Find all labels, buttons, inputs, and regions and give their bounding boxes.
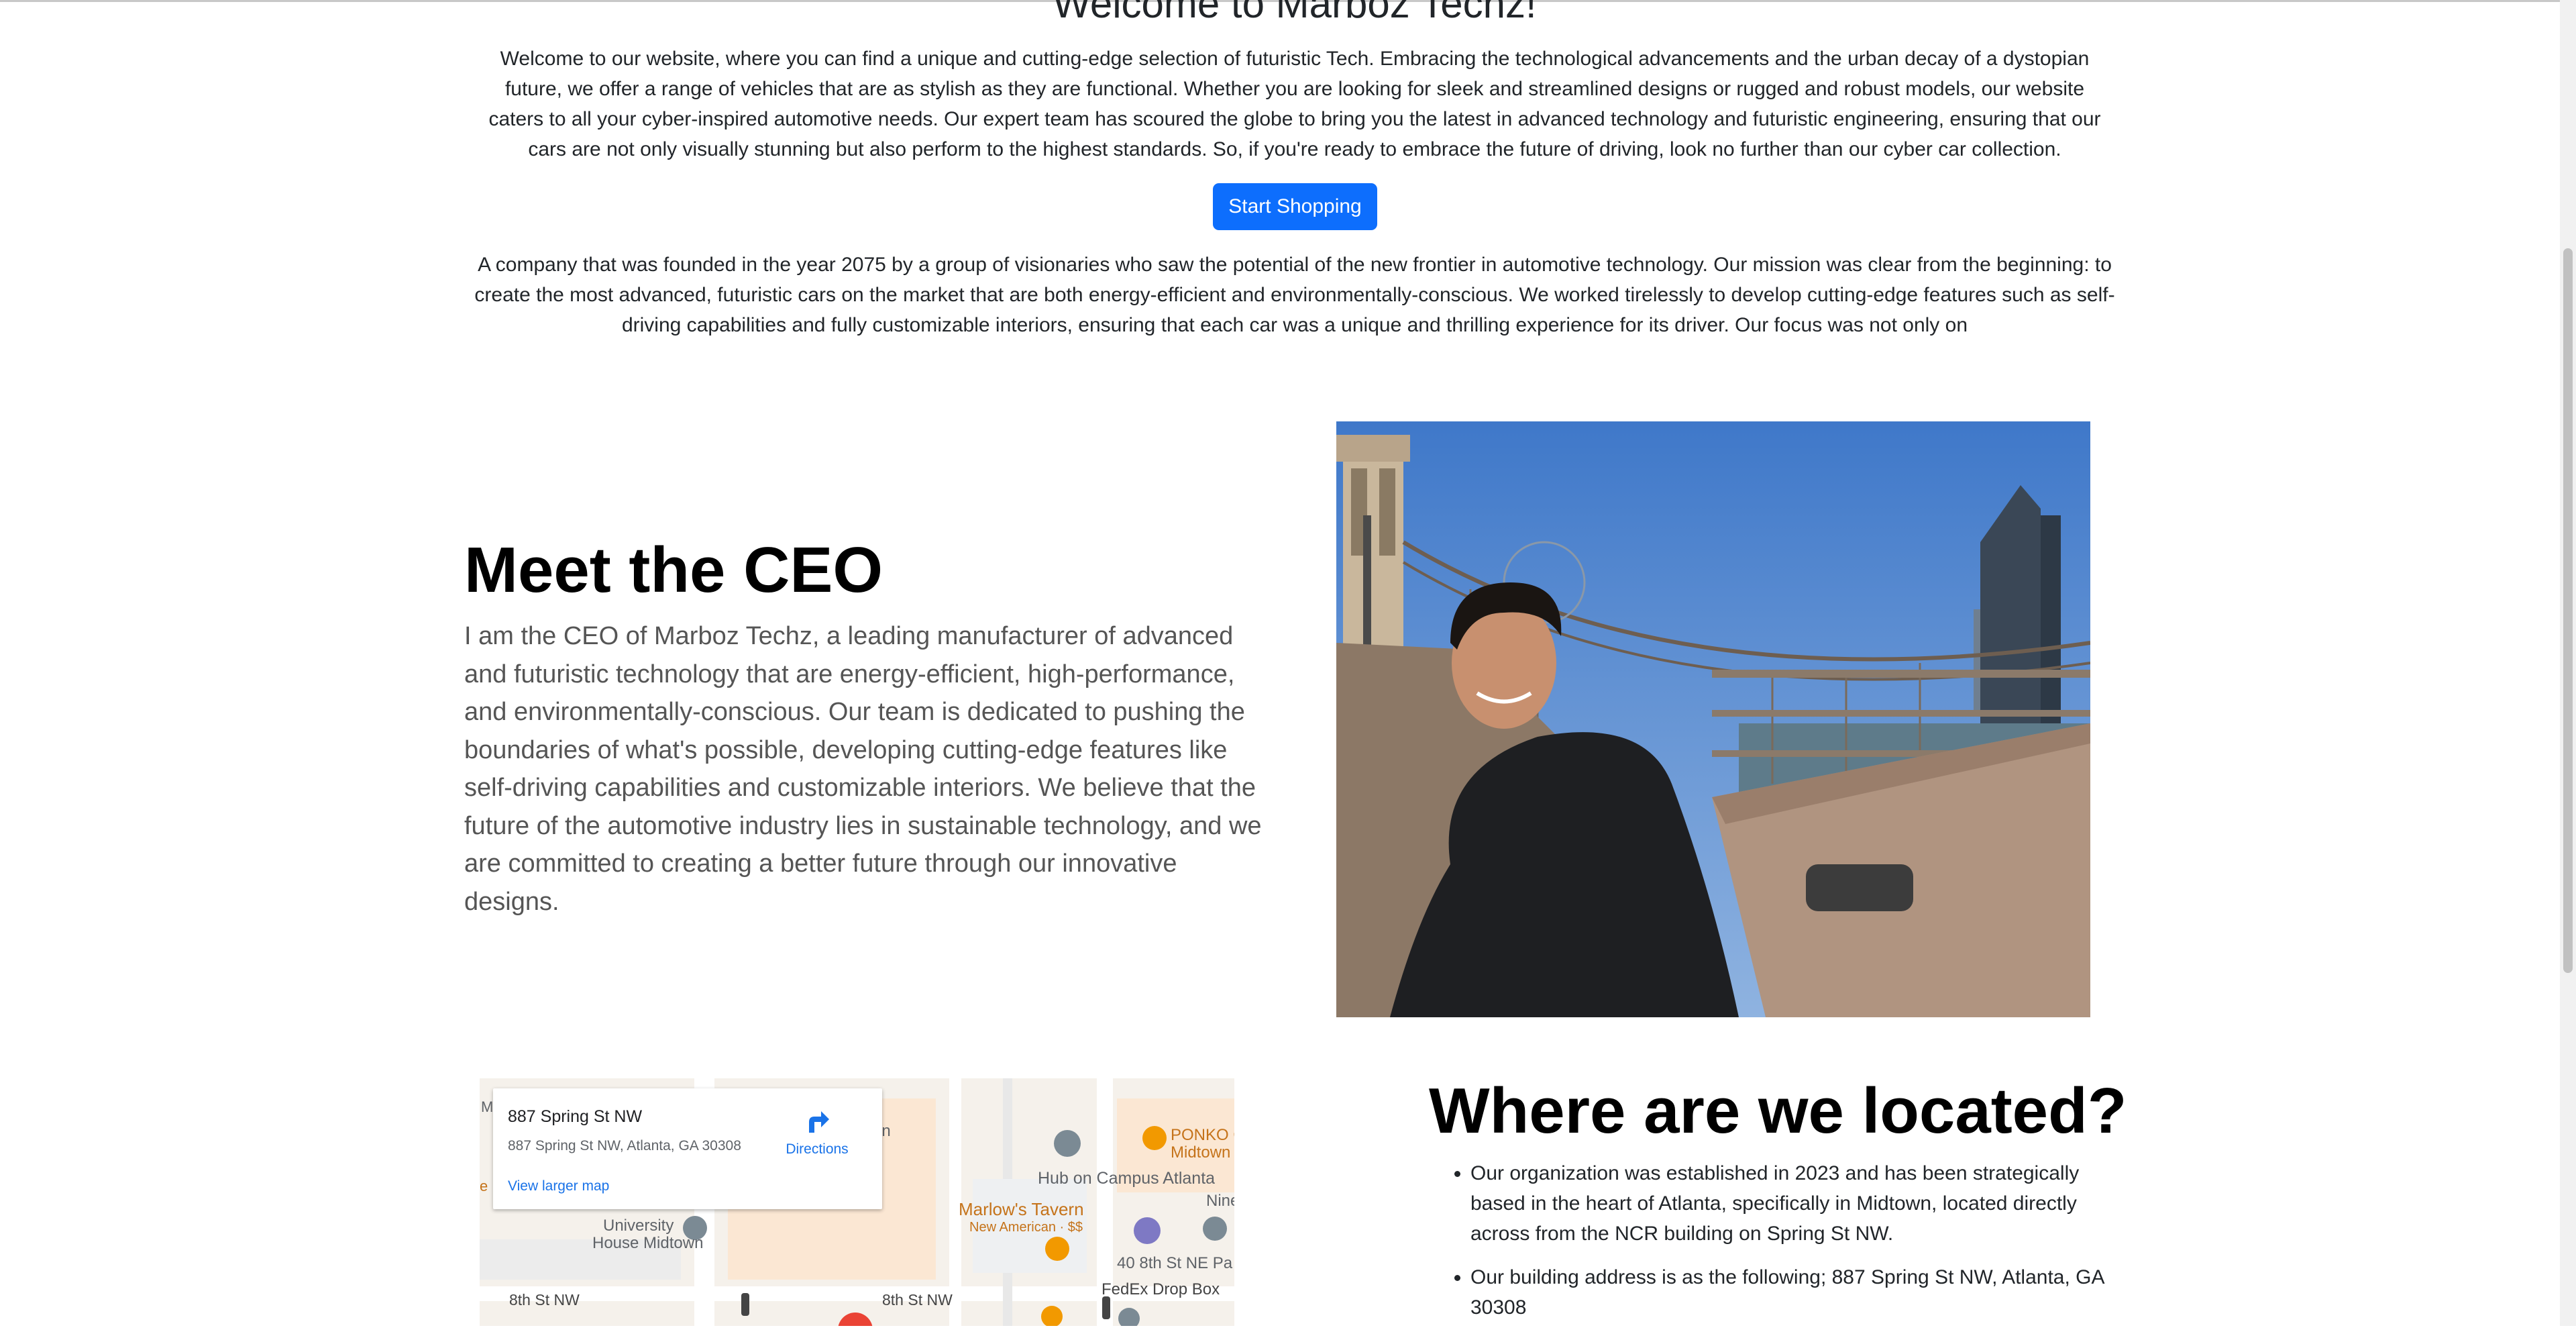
map-card-title: 887 Spring St NW	[508, 1107, 643, 1126]
map-label-e: e	[480, 1178, 488, 1194]
location-map[interactable]: University House Midtown 8th St NW 8th S…	[480, 1078, 1234, 1326]
map-label-university-house-midtown: House Midtown	[592, 1234, 703, 1252]
directions-icon	[809, 1111, 829, 1133]
map-label-fedex: FedEx Drop Box	[1102, 1280, 1220, 1298]
start-shopping-button[interactable]: Start Shopping	[1213, 183, 1377, 230]
map-label-hub-on-campus: Hub on Campus Atlanta	[1038, 1169, 1215, 1188]
map-label-ponko-midtown: Midtown	[1171, 1143, 1230, 1162]
ceo-description: I am the CEO of Marboz Techz, a leading …	[464, 622, 1262, 916]
ceo-photo-illustration	[1336, 421, 2090, 1017]
map-label-university-house: University	[603, 1217, 674, 1235]
location-list: Our organization was established in 2023…	[1442, 1158, 2108, 1336]
map-label-marlows-sub: New American · $$	[969, 1220, 1083, 1235]
directions-button[interactable]: Directions	[773, 1107, 861, 1158]
map-label-8th-st-mid: 8th St NW	[882, 1291, 953, 1308]
map-label-ponko: PONKO C	[1171, 1126, 1234, 1144]
map-card-address: 887 Spring St NW, Atlanta, GA 30308	[508, 1138, 741, 1153]
directions-label: Directions	[786, 1141, 849, 1157]
location-item-address: Our building address is as the following…	[1470, 1262, 2108, 1323]
map-label-nine15: Nine15	[1206, 1192, 1234, 1210]
page-scrollbar[interactable]	[2560, 0, 2576, 1326]
location-heading: Where are we located?	[1429, 1075, 2127, 1147]
intro-paragraph: Welcome to our website, where you can fi…	[488, 48, 2101, 160]
map-label-8th-st-left: 8th St NW	[509, 1291, 580, 1308]
ceo-heading: Meet the CEO	[464, 534, 883, 606]
map-label-marlows-tavern: Marlow's Tavern	[959, 1199, 1084, 1219]
location-item-established: Our organization was established in 2023…	[1470, 1158, 2108, 1249]
company-history-paragraph: A company that was founded in the year 2…	[474, 254, 2115, 336]
map-label-40-8th-st: 40 8th St NE Pa	[1117, 1254, 1233, 1272]
view-larger-map-link[interactable]: View larger map	[508, 1178, 609, 1194]
map-info-card: 887 Spring St NW 887 Spring St NW, Atlan…	[493, 1088, 882, 1209]
ceo-photo	[1336, 421, 2090, 1017]
scrollbar-thumb[interactable]	[2563, 248, 2573, 973]
welcome-title: Welcome to Marboz Techz!	[1053, 0, 1537, 26]
map-label-m: M	[481, 1098, 493, 1115]
